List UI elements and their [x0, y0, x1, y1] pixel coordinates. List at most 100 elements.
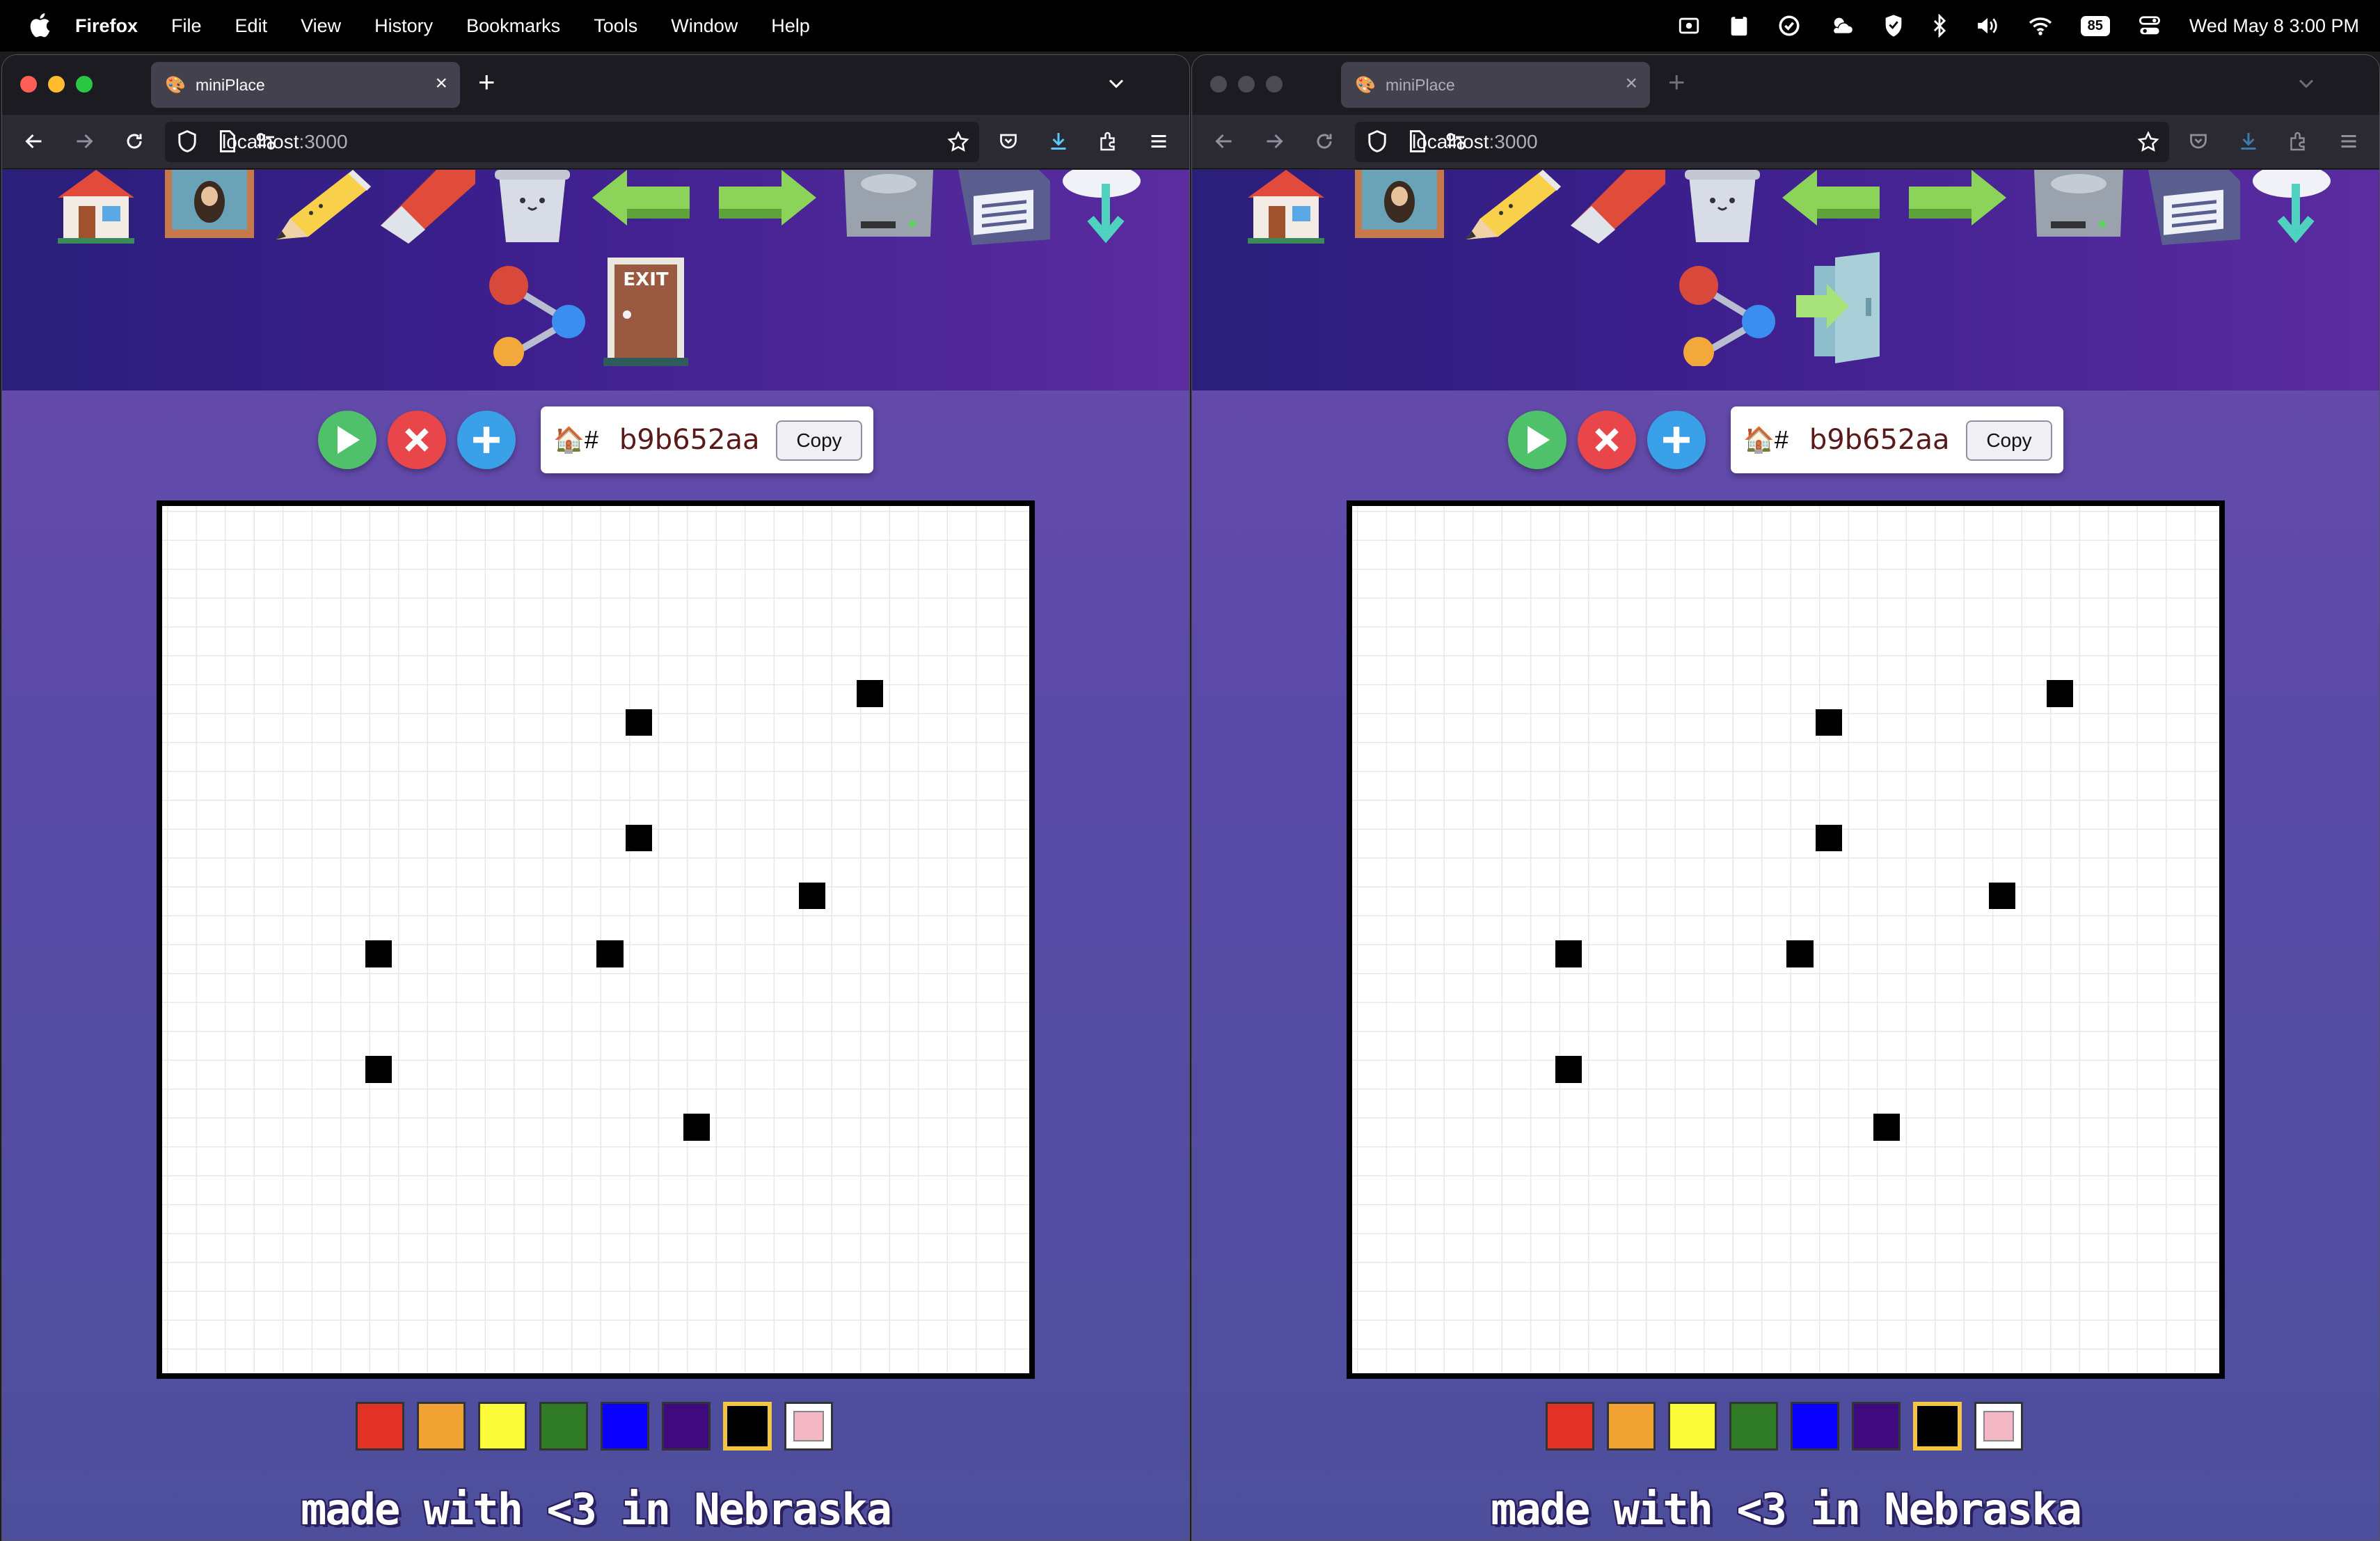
back-button[interactable] — [1209, 126, 1239, 157]
menubar-clock[interactable]: Wed May 8 3:00 PM — [2189, 15, 2359, 37]
painted-pixel[interactable] — [625, 824, 653, 852]
painted-pixel[interactable] — [683, 1114, 711, 1141]
menu-tools[interactable]: Tools — [594, 15, 637, 37]
clipboard-icon[interactable] — [1729, 14, 1750, 38]
home-icon[interactable] — [51, 170, 141, 246]
share-icon[interactable] — [1676, 264, 1779, 366]
painted-pixel[interactable] — [365, 940, 392, 967]
weather-icon[interactable] — [1829, 14, 1855, 38]
undo-arrow-icon[interactable] — [1782, 170, 1887, 239]
play-button[interactable] — [1508, 411, 1566, 469]
shield-icon[interactable] — [1883, 14, 1904, 38]
share-icon[interactable] — [486, 264, 589, 366]
pocket-icon[interactable] — [993, 126, 1024, 157]
close-window-button[interactable] — [20, 76, 37, 93]
painted-pixel[interactable] — [625, 709, 653, 736]
eraser-icon[interactable] — [374, 170, 478, 246]
enter-door-icon[interactable] — [1793, 252, 1884, 366]
extensions-icon[interactable] — [1093, 126, 1124, 157]
leave-room-button[interactable] — [388, 411, 446, 469]
shield-icon[interactable] — [1366, 130, 1388, 152]
copy-button[interactable]: Copy — [776, 420, 862, 461]
painted-pixel[interactable] — [1555, 940, 1582, 967]
pencil-icon[interactable] — [1459, 170, 1564, 246]
painting-icon[interactable] — [161, 170, 258, 239]
painted-pixel[interactable] — [1555, 1056, 1582, 1083]
painted-pixel[interactable] — [1786, 940, 1814, 967]
control-center-icon[interactable] — [2138, 15, 2161, 36]
tab-miniplace[interactable]: 🎨 miniPlace × — [151, 62, 460, 108]
color-swatch[interactable] — [1607, 1402, 1656, 1451]
color-swatch[interactable] — [662, 1402, 711, 1451]
undo-arrow-icon[interactable] — [592, 170, 697, 239]
redo-arrow-icon[interactable] — [712, 170, 816, 239]
trash-icon[interactable] — [1682, 170, 1763, 246]
color-swatch[interactable] — [1974, 1402, 2023, 1451]
color-swatch[interactable] — [539, 1402, 588, 1451]
tab-miniplace[interactable]: 🎨 miniPlace × — [1341, 62, 1650, 108]
color-swatch[interactable] — [1852, 1402, 1901, 1451]
create-room-button[interactable] — [457, 411, 516, 469]
app-menu-icon[interactable] — [2333, 126, 2364, 157]
pencil-icon[interactable] — [269, 170, 374, 246]
zoom-window-button[interactable] — [1266, 76, 1283, 93]
hard-drive-icon[interactable] — [2030, 170, 2127, 239]
painted-pixel[interactable] — [798, 882, 826, 910]
minimize-window-button[interactable] — [1238, 76, 1255, 93]
new-tab-button[interactable]: + — [1668, 65, 1685, 100]
close-tab-icon[interactable]: × — [1625, 72, 1637, 95]
color-swatch[interactable] — [356, 1402, 404, 1451]
create-room-button[interactable] — [1647, 411, 1706, 469]
save-floppy-icon[interactable] — [2148, 170, 2243, 246]
close-tab-icon[interactable]: × — [435, 72, 447, 95]
shield-icon[interactable] — [176, 130, 198, 152]
leave-room-button[interactable] — [1578, 411, 1636, 469]
trash-icon[interactable] — [492, 170, 573, 246]
color-swatch[interactable] — [723, 1402, 772, 1451]
exit-door-icon[interactable]: EXIT — [601, 256, 691, 366]
menu-edit[interactable]: Edit — [235, 15, 268, 37]
extensions-icon[interactable] — [2283, 126, 2314, 157]
color-swatch[interactable] — [1668, 1402, 1717, 1451]
download-cloud-icon[interactable] — [1060, 170, 1143, 246]
redo-arrow-icon[interactable] — [1902, 170, 2006, 239]
forward-button[interactable] — [1259, 126, 1290, 157]
list-all-tabs-icon[interactable] — [1106, 73, 1127, 94]
reload-button[interactable] — [1309, 126, 1340, 157]
close-window-button[interactable] — [1210, 76, 1227, 93]
painted-pixel[interactable] — [596, 940, 624, 967]
zoom-window-button[interactable] — [76, 76, 93, 93]
sync-check-icon[interactable] — [1777, 14, 1801, 38]
home-icon[interactable] — [1241, 170, 1331, 246]
menu-bookmarks[interactable]: Bookmarks — [466, 15, 560, 37]
screenshot-tool-icon[interactable] — [1677, 14, 1701, 38]
menu-file[interactable]: File — [171, 15, 202, 37]
app-menu-icon[interactable] — [1143, 126, 1174, 157]
painted-pixel[interactable] — [1988, 882, 2016, 910]
site-permissions-icon[interactable] — [255, 132, 276, 151]
url-bar[interactable]: localhost:3000 — [165, 122, 979, 162]
downloads-icon[interactable] — [1043, 126, 1074, 157]
list-all-tabs-icon[interactable] — [2296, 73, 2317, 94]
play-button[interactable] — [318, 411, 376, 469]
painted-pixel[interactable] — [2046, 680, 2074, 707]
bookmark-star-icon[interactable] — [947, 131, 969, 153]
color-swatch[interactable] — [1913, 1402, 1962, 1451]
downloads-icon[interactable] — [2233, 126, 2264, 157]
color-swatch[interactable] — [1729, 1402, 1778, 1451]
url-bar[interactable]: localhost:3000 — [1355, 122, 2169, 162]
painted-pixel[interactable] — [856, 680, 884, 707]
apple-icon[interactable] — [26, 11, 51, 39]
menu-view[interactable]: View — [301, 15, 341, 37]
back-button[interactable] — [19, 126, 49, 157]
download-cloud-icon[interactable] — [2250, 170, 2333, 246]
painted-pixel[interactable] — [1815, 709, 1843, 736]
menu-help[interactable]: Help — [771, 15, 810, 37]
painted-pixel[interactable] — [1873, 1114, 1901, 1141]
color-swatch[interactable] — [1791, 1402, 1839, 1451]
bookmark-star-icon[interactable] — [2137, 131, 2159, 153]
hard-drive-icon[interactable] — [840, 170, 937, 239]
reload-button[interactable] — [119, 126, 150, 157]
color-swatch[interactable] — [1546, 1402, 1594, 1451]
battery-indicator[interactable]: 85 — [2080, 15, 2110, 36]
